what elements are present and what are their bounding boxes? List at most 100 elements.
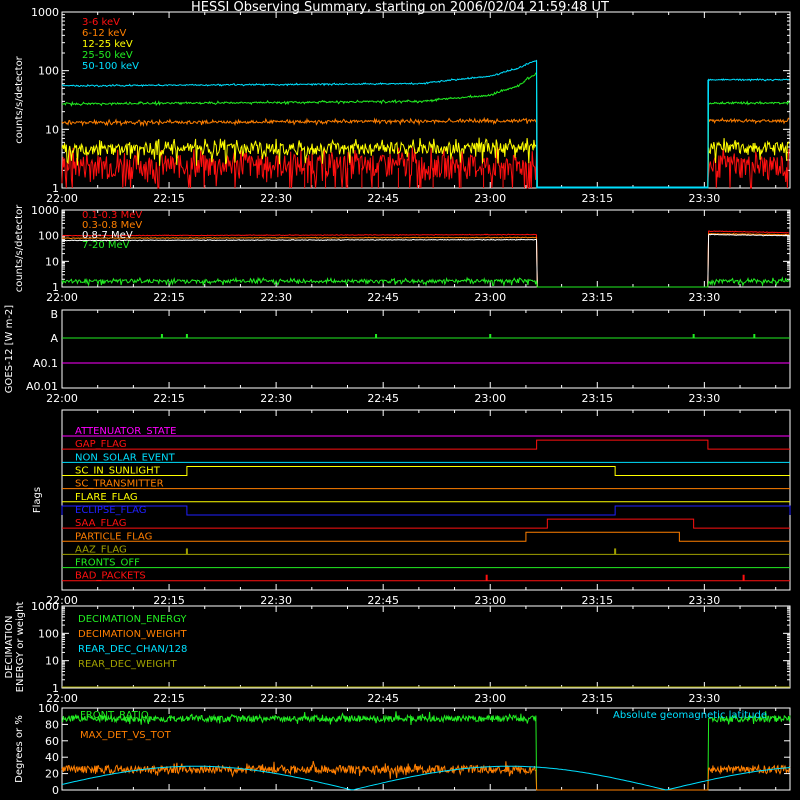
legend-entry-0: 3-6 keV — [82, 17, 120, 28]
y-tick-label: 1000 — [31, 600, 59, 613]
flag-label: SAA_FLAG — [75, 518, 126, 529]
x-tick-label: 23:30 — [689, 692, 721, 705]
x-tick-label: 22:15 — [153, 291, 185, 304]
x-tick-label: 23:00 — [474, 692, 506, 705]
legend-entry-0: 6-12 keV — [82, 28, 126, 39]
goes-class-label: B — [50, 308, 58, 321]
x-tick-label: 22:30 — [260, 692, 292, 705]
flag-label: PARTICLE_FLAG — [75, 531, 152, 542]
series-line — [61, 760, 791, 791]
x-tick-label: 22:45 — [367, 594, 399, 607]
flag-label: SC_IN_SUNLIGHT — [75, 465, 161, 476]
x-tick-label: 23:15 — [581, 392, 613, 405]
y-tick-label: 100 — [38, 702, 59, 715]
y-axis-label-5: Degrees or % — [14, 715, 25, 783]
x-tick-label: 22:45 — [367, 692, 399, 705]
x-tick-label: 22:30 — [260, 192, 292, 205]
x-tick-label: 23:15 — [581, 594, 613, 607]
x-tick-label: 22:45 — [367, 192, 399, 205]
series-line — [61, 230, 790, 288]
x-tick-label: 22:15 — [153, 192, 185, 205]
legend-entry-0: 12-25 keV — [82, 39, 133, 50]
goes-class-label: A — [50, 332, 58, 345]
y-tick-label: 10 — [45, 123, 59, 136]
x-tick-label: 22:45 — [367, 392, 399, 405]
flag-label: FLARE_FLAG — [75, 492, 138, 503]
flag-line — [62, 531, 790, 542]
flag-label: FRONTS_OFF — [75, 558, 140, 569]
legend-entry-4: DECIMATION_ENERGY — [78, 614, 187, 625]
y-tick-label: 0 — [52, 784, 59, 797]
y-tick-label: 1 — [52, 682, 59, 695]
y-tick-label: 1 — [52, 281, 59, 294]
series-line — [61, 711, 791, 791]
x-tick-label: 23:00 — [474, 594, 506, 607]
goes-class-label: A0.01 — [26, 380, 58, 393]
flag-label: ATTENUATOR_STATE — [75, 426, 176, 437]
y-tick-label: 80 — [45, 718, 59, 731]
flag-label: SC_TRANSMITTER — [75, 479, 164, 490]
flag-label: ECLIPSE_FLAG — [75, 505, 146, 516]
y-axis-label-1: counts/s/detector — [14, 204, 25, 292]
y-tick-label: 10 — [45, 655, 59, 668]
y-axis-label-0: counts/s/detector — [14, 55, 25, 143]
hessi-summary-plot: 22:00 22:15 22:30 22:45 23:00 23:15 23:3011010… — [4, 6, 791, 797]
goes-class-label: A0.1 — [33, 357, 58, 370]
x-tick-label: 22:30 — [260, 594, 292, 607]
x-tick-label: 23:00 — [474, 291, 506, 304]
x-tick-label: 23:30 — [689, 192, 721, 205]
x-tick-label: 22:45 — [367, 291, 399, 304]
x-tick-label: 23:30 — [689, 392, 721, 405]
flag-label: AAZ_FLAG — [75, 544, 127, 555]
y-axis-label-4: ENERGY or weight — [15, 602, 26, 693]
series-line — [61, 147, 790, 189]
y-tick-label: 40 — [45, 751, 59, 764]
legend-entry-0: 25-50 keV — [82, 50, 133, 61]
y-tick-label: 20 — [45, 768, 59, 781]
y-tick-label: 60 — [45, 735, 59, 748]
y-tick-label: 10 — [45, 255, 59, 268]
x-tick-label: 22:15 — [153, 692, 185, 705]
x-tick-label: 22:15 — [153, 594, 185, 607]
legend-entry-5: FRONT_RATIO — [80, 710, 149, 721]
legend-entry-1: 7-20 MeV — [82, 240, 130, 251]
panel-frame-2 — [61, 309, 791, 389]
legend-entry-4: REAR_DEC_CHAN/128 — [78, 644, 187, 655]
x-tick-label: 22:00 — [46, 291, 78, 304]
x-tick-label: 22:00 — [46, 392, 78, 405]
x-tick-label: 22:30 — [260, 392, 292, 405]
flag-line — [62, 465, 790, 476]
y-tick-label: 1000 — [31, 204, 59, 217]
flag-label: NON_SOLAR_EVENT — [75, 452, 176, 463]
x-tick-label: 22:15 — [153, 392, 185, 405]
x-tick-label: 23:15 — [581, 291, 613, 304]
y-axis-label-4: DECIMATION — [4, 615, 15, 678]
y-tick-label: 100 — [38, 230, 59, 243]
y-tick-label: 100 — [38, 627, 59, 640]
flag-label: GAP_FLAG — [75, 439, 127, 450]
legend-entry-4: REAR_DEC_WEIGHT — [78, 659, 177, 670]
legend-entry-4: DECIMATION_WEIGHT — [78, 629, 187, 640]
x-tick-label: 23:15 — [581, 692, 613, 705]
y-tick-label: 1000 — [31, 6, 59, 19]
x-tick-label: 23:30 — [689, 594, 721, 607]
x-tick-label: 22:30 — [260, 291, 292, 304]
legend-entry-5: MAX_DET_VS_TOT — [80, 730, 172, 741]
x-tick-label: 23:30 — [689, 291, 721, 304]
series-line — [61, 233, 790, 288]
panel-frame-1 — [61, 209, 791, 288]
y-tick-label: 1 — [52, 182, 59, 195]
flag-label: BAD_PACKETS — [75, 571, 146, 582]
flag-line — [62, 439, 790, 450]
y-axis-label-3: Flags — [32, 487, 43, 513]
series-line — [61, 232, 790, 288]
y-axis-label-2: GOES-12 [W m-2] — [4, 305, 15, 393]
panel-frame-3 — [61, 409, 791, 591]
x-tick-label: 23:15 — [581, 192, 613, 205]
x-tick-label: 23:00 — [474, 192, 506, 205]
x-tick-label: 23:00 — [474, 392, 506, 405]
series-line — [61, 276, 790, 288]
flag-line — [61, 505, 791, 516]
y-tick-label: 100 — [38, 65, 59, 78]
flag-line — [62, 518, 790, 529]
